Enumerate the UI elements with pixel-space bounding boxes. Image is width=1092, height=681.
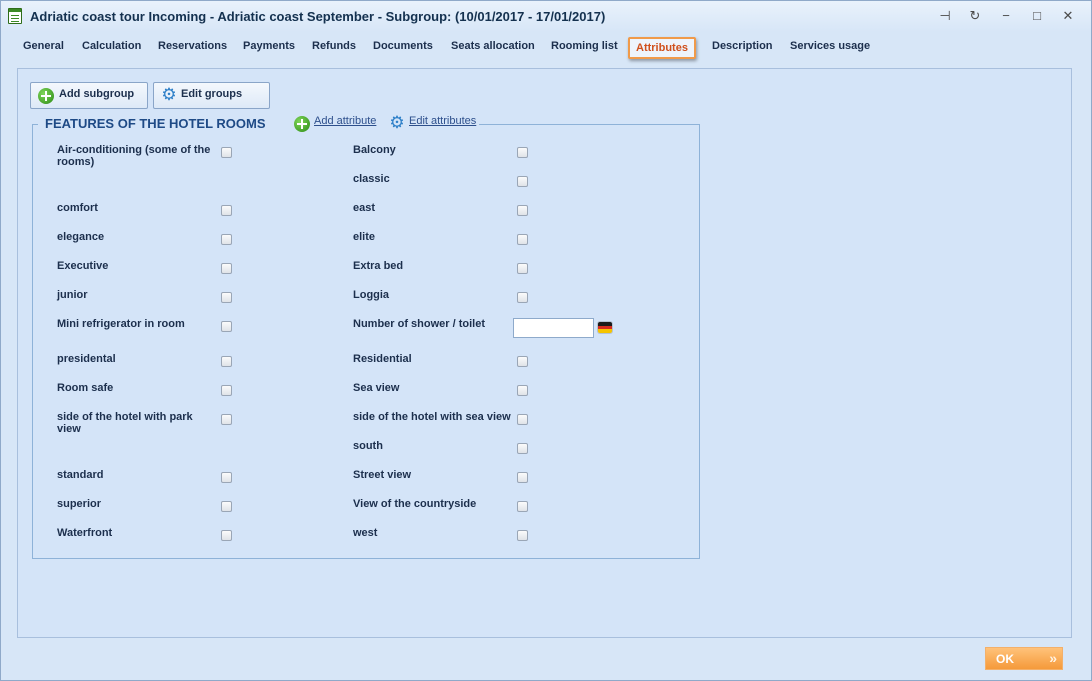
app-icon [8,8,22,24]
gear-icon: ⚙ [161,85,177,104]
attribute-label: Sea view [353,382,400,394]
tab-attributes[interactable]: Attributes [628,37,696,59]
attribute-checkbox[interactable] [517,472,528,483]
attribute-checkbox[interactable] [517,176,528,187]
attribute-label: superior [57,498,102,510]
attribute-label: junior [57,289,88,301]
attribute-label: Street view [353,469,412,481]
tab-refunds[interactable]: Refunds [312,40,356,52]
attribute-checkbox[interactable] [221,501,232,512]
attribute-label: south [353,440,383,452]
german-flag-icon[interactable] [598,322,612,333]
attribute-checkbox[interactable] [221,147,232,158]
pin-icon[interactable]: ⊣ [935,7,955,25]
attribute-checkbox[interactable] [221,472,232,483]
add-subgroup-button[interactable]: Add subgroup [30,82,148,109]
section-title: FEATURES OF THE HOTEL ROOMS [43,116,268,131]
attribute-label: elegance [57,231,105,243]
attribute-label: View of the countryside [353,498,477,510]
close-button[interactable]: ✕ [1058,7,1078,25]
attribute-label: presidental [57,353,116,365]
attribute-checkbox[interactable] [221,414,232,425]
attribute-label: comfort [57,202,98,214]
attribute-checkbox[interactable] [221,205,232,216]
minimize-button[interactable]: − [996,7,1016,25]
attribute-checkbox[interactable] [517,385,528,396]
attribute-label: Executive [57,260,109,272]
ok-label: OK [996,652,1014,666]
attribute-checkbox[interactable] [517,414,528,425]
attribute-checkbox[interactable] [517,234,528,245]
attribute-label: Room safe [57,382,114,394]
attribute-label: side of the hotel with park view [57,411,193,435]
attribute-label: Extra bed [353,260,404,272]
attribute-checkbox[interactable] [221,321,232,332]
attribute-checkbox[interactable] [221,356,232,367]
attribute-label: Residential [353,353,412,365]
attribute-label: Mini refrigerator in room [57,318,185,330]
tab-calculation[interactable]: Calculation [82,40,141,52]
add-subgroup-label: Add subgroup [59,88,135,100]
attribute-label: side of the hotel with sea view [353,411,511,423]
attribute-label: Number of shower / toilet [353,318,486,330]
attribute-checkbox[interactable] [517,530,528,541]
attribute-checkbox[interactable] [221,263,232,274]
maximize-button[interactable]: □ [1027,7,1047,25]
ok-button[interactable]: OK » [985,647,1063,670]
attribute-checkbox[interactable] [517,501,528,512]
attribute-checkbox[interactable] [221,530,232,541]
tab-documents[interactable]: Documents [373,40,433,52]
attribute-checkbox[interactable] [517,205,528,216]
refresh-icon[interactable]: ↻ [965,7,985,25]
add-attribute-icon[interactable] [294,116,310,132]
attribute-label: Air-conditioning (some of the rooms) [57,144,211,168]
shower-toilet-input[interactable] [513,318,594,338]
attribute-checkbox[interactable] [517,356,528,367]
attribute-checkbox[interactable] [221,234,232,245]
double-chevron-right-icon: » [1049,650,1057,666]
attribute-checkbox[interactable] [517,292,528,303]
tab-services-usage[interactable]: Services usage [790,40,870,52]
attribute-checkbox[interactable] [221,385,232,396]
attribute-checkbox[interactable] [517,443,528,454]
tab-seats-allocation[interactable]: Seats allocation [451,40,535,52]
attribute-label: Loggia [353,289,390,301]
attribute-label: elite [353,231,376,243]
tab-reservations[interactable]: Reservations [158,40,227,52]
attribute-label: east [353,202,376,214]
add-icon [38,88,54,104]
attribute-label: classic [353,173,390,185]
attribute-label: Waterfront [57,527,113,539]
tab-bar: General Calculation Reservations Payment… [1,35,1091,61]
tab-general[interactable]: General [23,40,64,52]
attribute-label: west [353,527,378,539]
attribute-checkbox[interactable] [221,292,232,303]
edit-attributes-link[interactable]: Edit attributes [409,115,476,127]
hotel-features-fieldset [32,124,700,559]
attribute-label: standard [57,469,104,481]
tab-payments[interactable]: Payments [243,40,295,52]
edit-groups-label: Edit groups [181,88,243,100]
tab-description[interactable]: Description [712,40,773,52]
window-title: Adriatic coast tour Incoming - Adriatic … [30,9,606,24]
tab-rooming-list[interactable]: Rooming list [551,40,618,52]
attribute-checkbox[interactable] [517,263,528,274]
title-bar: Adriatic coast tour Incoming - Adriatic … [1,1,1091,32]
add-attribute-link[interactable]: Add attribute [314,115,376,127]
gear-icon[interactable]: ⚙ [389,114,405,131]
attribute-label: Balcony [353,144,396,156]
edit-groups-button[interactable]: ⚙ Edit groups [153,82,270,109]
attribute-checkbox[interactable] [517,147,528,158]
